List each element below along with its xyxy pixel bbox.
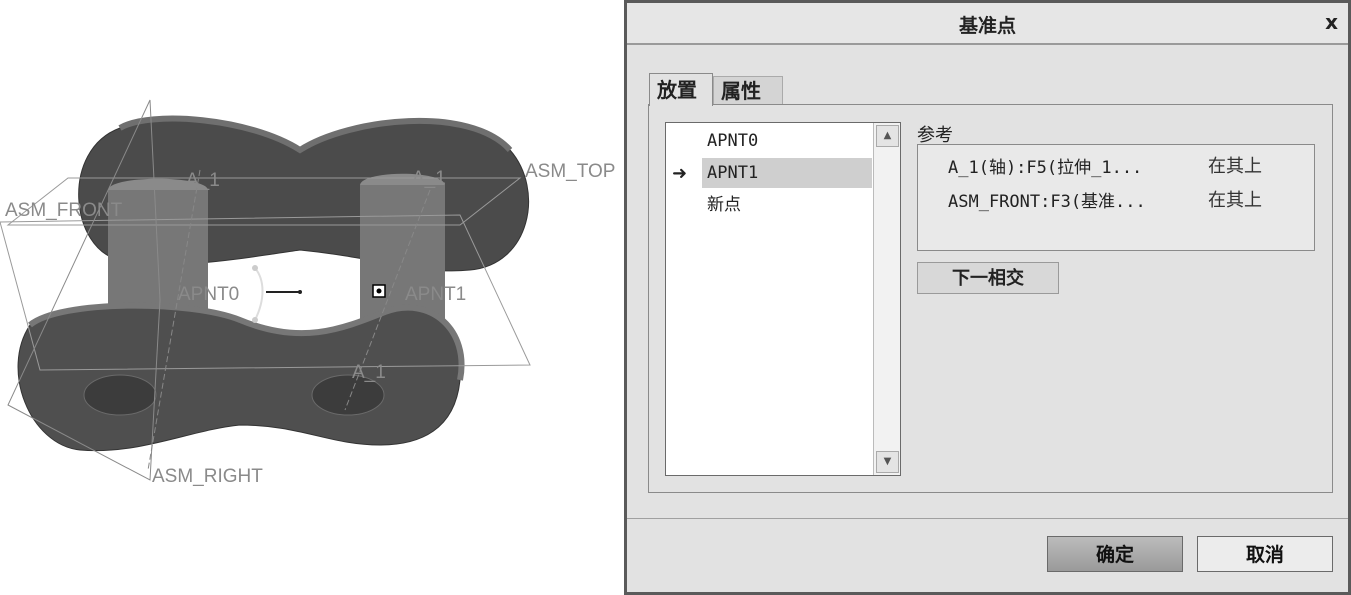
list-item-apnt1[interactable]: APNT1 — [702, 158, 872, 188]
close-icon[interactable]: x — [1325, 10, 1338, 34]
asm-right-label: ASM_RIGHT — [152, 466, 263, 487]
point-list[interactable]: APNT0 ➜ APNT1 新点 ▲ ▼ — [665, 122, 901, 476]
list-item-apnt0[interactable]: APNT0 — [702, 126, 872, 156]
axis-a1-lower-label: A_1 — [352, 362, 386, 383]
dialog-title: 基准点 — [958, 15, 1016, 37]
cancel-button[interactable]: 取消 — [1197, 536, 1333, 572]
axis-a1-left-label: A_1 — [186, 170, 220, 191]
reference-constraint[interactable]: 在其上 — [1208, 186, 1262, 212]
ok-button[interactable]: 确定 — [1047, 536, 1183, 572]
left-hole — [83, 374, 157, 416]
tab-properties[interactable]: 属性 — [713, 76, 783, 105]
axis-a1-right-label: A_1 — [412, 168, 446, 189]
bottom-plate — [17, 305, 462, 452]
selected-arrow-icon: ➜ — [672, 163, 688, 184]
tab-placement[interactable]: 放置 — [649, 73, 713, 106]
placement-panel: APNT0 ➜ APNT1 新点 ▲ ▼ 参考 A_1(轴):F5(拉伸_1..… — [648, 104, 1333, 493]
list-scrollbar[interactable]: ▲ ▼ — [873, 123, 900, 475]
dialog-titlebar[interactable]: 基准点 x — [627, 3, 1348, 45]
apnt0-label: APNT0 — [178, 284, 239, 305]
next-intersection-button[interactable]: 下一相交 — [917, 262, 1059, 294]
asm-top-label: ASM_TOP — [525, 161, 615, 182]
datum-point-dialog: 基准点 x 放置 属性 APNT0 ➜ APNT1 新点 ▲ ▼ 参考 A_1(… — [624, 0, 1351, 595]
reference-row[interactable]: A_1(轴):F5(拉伸_1... — [948, 153, 1142, 179]
footer-divider — [627, 518, 1348, 519]
model-viewport[interactable]: ASM_TOP ASM_FRONT ASM_RIGHT A_1 A_1 A_1 … — [0, 0, 625, 595]
chain-link-model: ASM_TOP ASM_FRONT ASM_RIGHT A_1 A_1 A_1 … — [0, 99, 615, 487]
list-item-new-point[interactable]: 新点 — [702, 190, 872, 220]
references-collector[interactable]: A_1(轴):F5(拉伸_1... 在其上 ASM_FRONT:F3(基准...… — [917, 144, 1315, 251]
reference-constraint[interactable]: 在其上 — [1208, 152, 1262, 178]
scroll-up-icon[interactable]: ▲ — [876, 125, 899, 147]
reference-row[interactable]: ASM_FRONT:F3(基准... — [948, 187, 1146, 213]
apnt1-label: APNT1 — [405, 284, 466, 305]
scroll-down-icon[interactable]: ▼ — [876, 451, 899, 473]
asm-front-label: ASM_FRONT — [5, 200, 123, 221]
